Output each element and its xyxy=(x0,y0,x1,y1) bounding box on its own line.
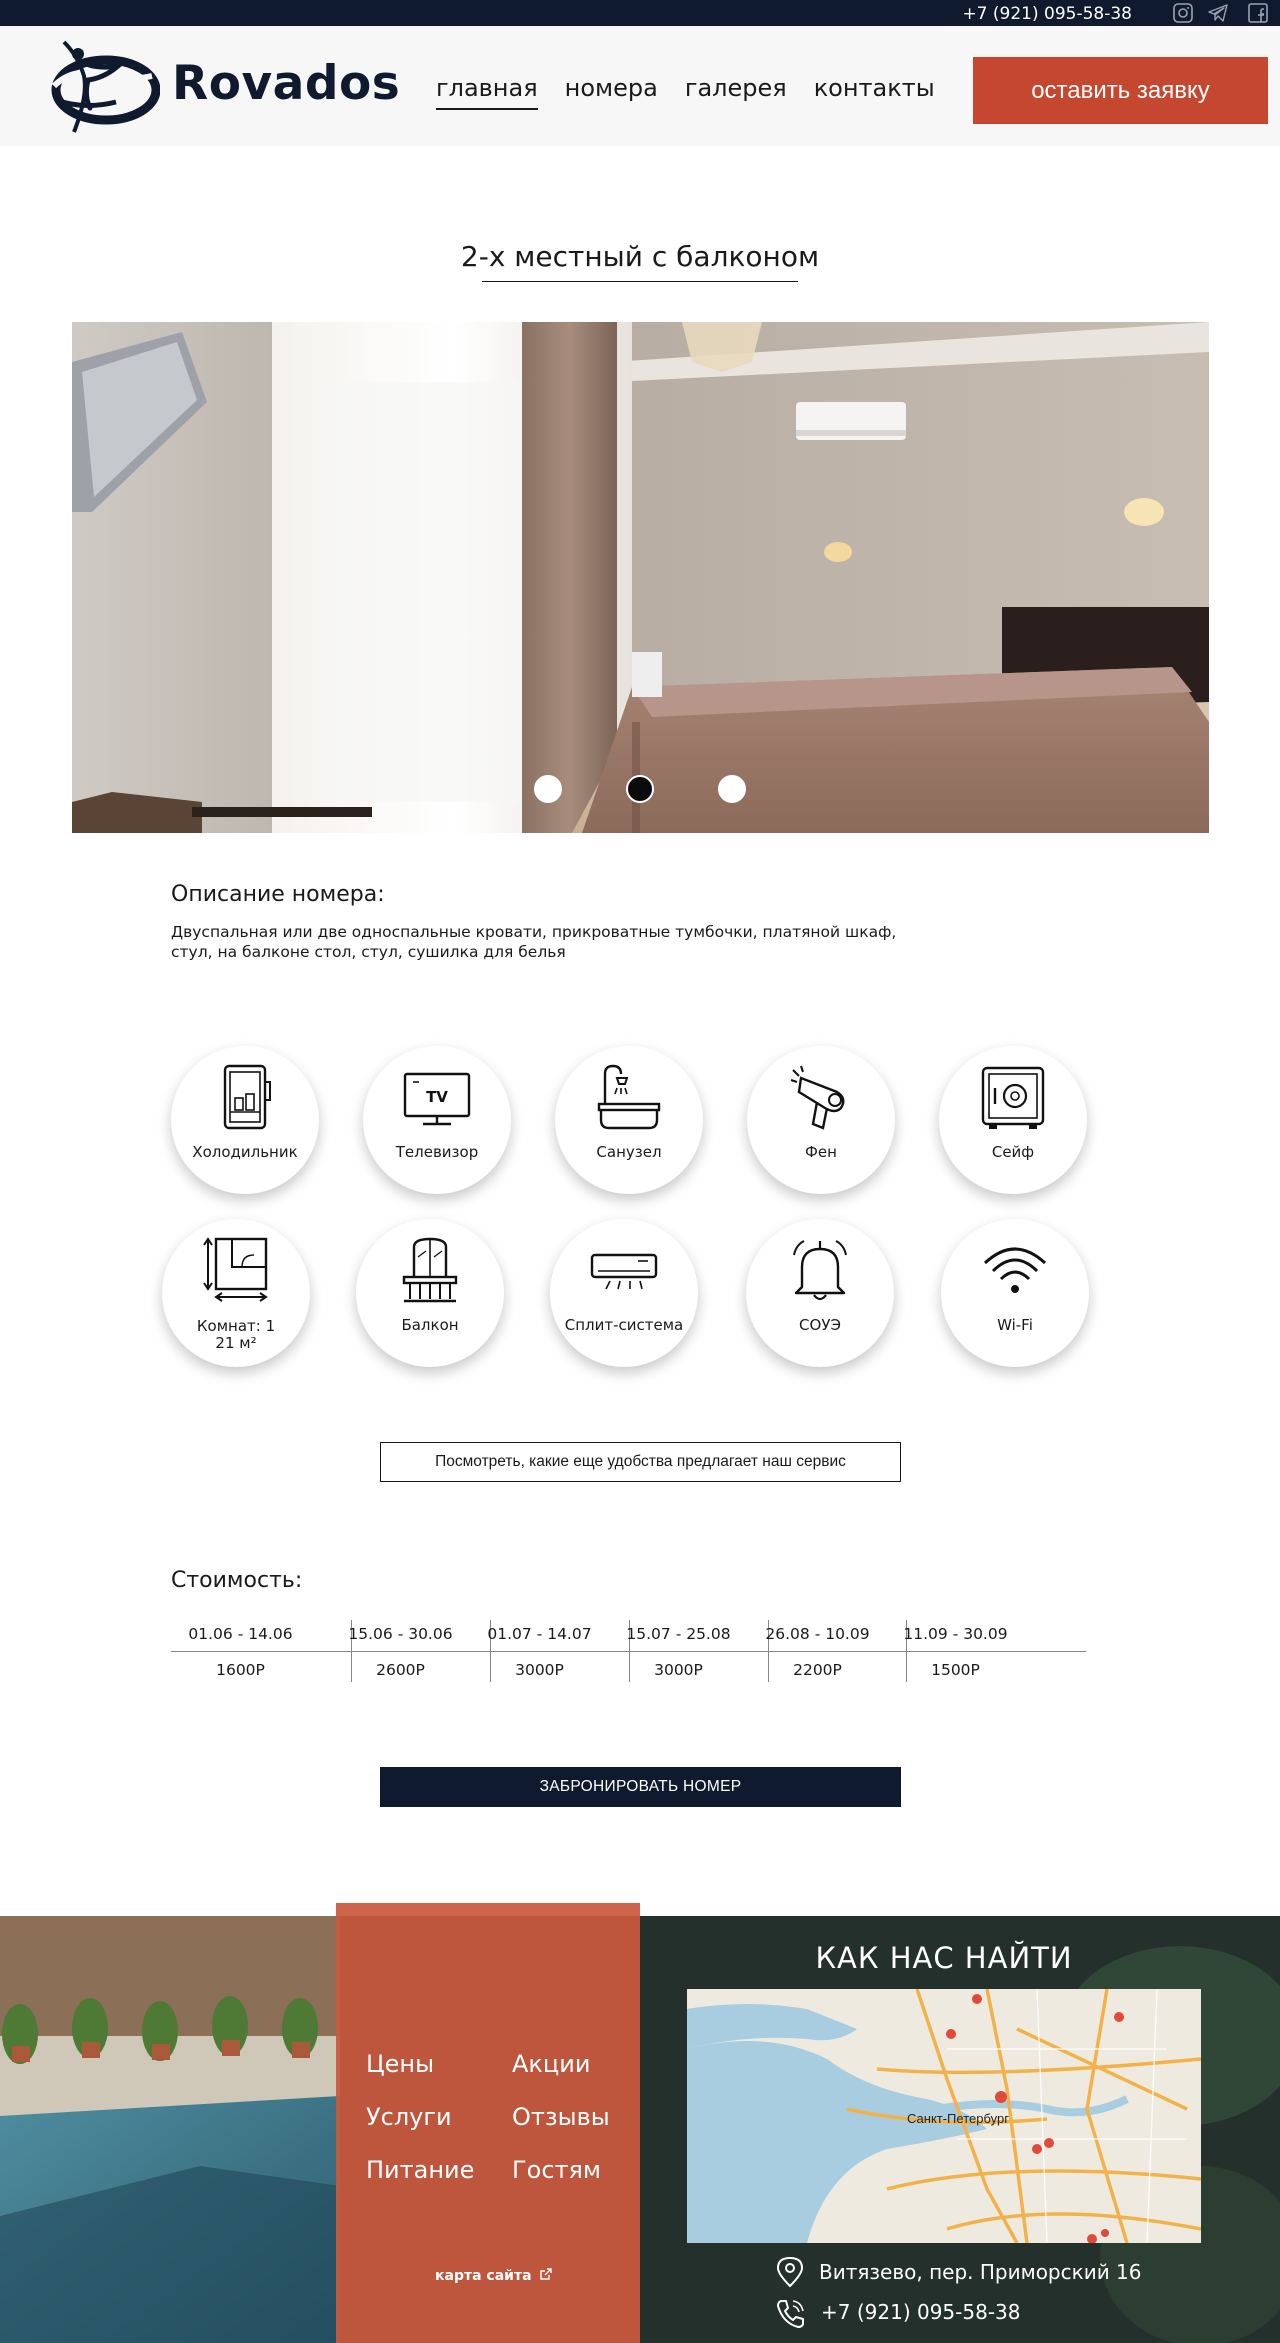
slider-dot-2[interactable] xyxy=(626,775,654,803)
price-column: 15.06 - 30.06 2600Р xyxy=(331,1620,470,1682)
slider-dot-3[interactable] xyxy=(718,775,746,803)
book-room-button[interactable]: ЗАБРОНИРОВАТЬ НОМЕР xyxy=(380,1767,901,1807)
price-column: 11.09 - 30.09 1500Р xyxy=(886,1620,1025,1682)
price-column: 01.06 - 14.06 1600Р xyxy=(171,1620,310,1682)
amenity-label: Сплит-система xyxy=(564,1316,684,1334)
fridge-icon xyxy=(223,1064,271,1130)
amenity-fire-alarm: СОУЭ xyxy=(746,1219,894,1367)
amenity-label: Фен xyxy=(805,1143,837,1161)
leave-request-button[interactable]: оставить заявку xyxy=(973,57,1268,124)
nav-item-gallery[interactable]: галерея xyxy=(685,74,787,110)
price-value: 1500Р xyxy=(931,1661,980,1679)
price-period: 26.08 - 10.09 xyxy=(765,1625,870,1643)
amenity-label: Сейф xyxy=(991,1143,1035,1161)
room-plan-icon xyxy=(203,1237,268,1302)
topbar-phone[interactable]: +7 (921) 095-58-38 xyxy=(962,4,1132,24)
instagram-icon[interactable] xyxy=(1172,2,1194,24)
svg-text:TV: TV xyxy=(426,1088,448,1106)
room-area-label: 21 м² xyxy=(215,1334,257,1352)
amenity-tv: TV Телевизор xyxy=(363,1046,511,1194)
nav-item-home[interactable]: главная xyxy=(436,74,538,110)
air-conditioner-icon xyxy=(590,1253,658,1290)
pricing-table: 01.06 - 14.06 1600Р 15.06 - 30.06 2600Р 01… xyxy=(171,1620,1086,1682)
location-map[interactable]: Санкт-Петербург xyxy=(687,1989,1201,2243)
amenity-label: Wi-Fi xyxy=(997,1316,1033,1334)
price-period: 11.09 - 30.09 xyxy=(903,1625,1008,1643)
external-link-icon xyxy=(540,2268,553,2280)
hairdryer-icon xyxy=(790,1065,845,1130)
sitemap-link[interactable]: карта сайта xyxy=(435,2268,553,2284)
logo-mark-icon[interactable] xyxy=(44,36,160,140)
price-value: 2200Р xyxy=(793,1661,842,1679)
footer-link-promos[interactable]: Акции xyxy=(512,2050,590,2078)
room-title: 2-х местный с балконом xyxy=(460,240,820,273)
amenity-label: Санузел xyxy=(596,1143,662,1161)
amenity-label: СОУЭ xyxy=(799,1316,841,1334)
footer-phone[interactable]: +7 (921) 095-58-38 xyxy=(821,2300,1020,2324)
price-column: 01.07 - 14.07 3000Р xyxy=(470,1620,609,1682)
map-city-label: Санкт-Петербург xyxy=(907,2111,1009,2126)
logo-text[interactable]: Rovados xyxy=(172,56,400,111)
amenity-hairdryer: Фен xyxy=(747,1046,895,1194)
price-column: 15.07 - 25.08 3000Р xyxy=(609,1620,748,1682)
amenity-label: Комнат: 1 21 м² xyxy=(162,1318,310,1352)
price-value: 2600Р xyxy=(376,1661,425,1679)
amenity-label: Холодильник xyxy=(192,1143,298,1161)
safe-icon xyxy=(981,1066,1045,1129)
footer-link-prices[interactable]: Цены xyxy=(366,2050,434,2078)
alarm-bell-icon xyxy=(793,1240,847,1301)
description-heading: Описание номера: xyxy=(171,882,385,907)
amenity-room-area: Комнат: 1 21 м² xyxy=(162,1219,310,1367)
footer-link-guests[interactable]: Гостям xyxy=(512,2156,601,2184)
price-period: 01.07 - 14.07 xyxy=(487,1625,592,1643)
description-text: Двуспальная или две односпальные кровати… xyxy=(171,923,897,961)
map-image: Санкт-Петербург xyxy=(687,1989,1201,2243)
price-period: 15.06 - 30.06 xyxy=(348,1625,453,1643)
footer-link-food[interactable]: Питание xyxy=(366,2156,474,2184)
top-bar: +7 (921) 095-58-38 xyxy=(0,0,1280,26)
more-amenities-button[interactable]: Посмотреть, какие еще удобства предлагае… xyxy=(380,1442,901,1482)
amenity-safe: Сейф xyxy=(939,1046,1087,1194)
footer-link-services[interactable]: Услуги xyxy=(366,2103,452,2131)
footer-link-reviews[interactable]: Отзывы xyxy=(512,2103,610,2131)
title-underline xyxy=(482,281,798,282)
price-period: 01.06 - 14.06 xyxy=(188,1625,293,1643)
price-value: 3000Р xyxy=(515,1661,564,1679)
find-us-heading: КАК НАС НАЙТИ xyxy=(815,1941,1073,1975)
balcony-icon xyxy=(402,1237,458,1303)
amenity-wifi: Wi-Fi xyxy=(941,1219,1089,1367)
nav-item-rooms[interactable]: номера xyxy=(565,74,658,110)
phone-icon xyxy=(777,2300,804,2328)
telegram-icon[interactable] xyxy=(1207,2,1229,24)
slider-dot-1[interactable] xyxy=(534,775,562,803)
location-pin-icon xyxy=(776,2256,804,2288)
price-value: 1600Р xyxy=(216,1661,265,1679)
rooms-count-label: Комнат: 1 xyxy=(196,1317,276,1335)
room-photo-slider[interactable] xyxy=(72,322,1209,833)
site-header: Rovados главная номера галерея контакты … xyxy=(0,26,1280,146)
amenity-ac: Сплит-система xyxy=(550,1219,698,1367)
amenity-balcony: Балкон xyxy=(356,1219,504,1367)
price-period: 15.07 - 25.08 xyxy=(626,1625,731,1643)
amenity-fridge: Холодильник xyxy=(171,1046,319,1194)
sitemap-label: карта сайта xyxy=(435,2268,532,2284)
wifi-icon xyxy=(983,1247,1047,1293)
price-column: 26.08 - 10.09 2200Р xyxy=(748,1620,887,1682)
footer-address: Витязево, пер. Приморский 16 xyxy=(819,2260,1142,2284)
facebook-icon[interactable] xyxy=(1247,2,1269,24)
nav-item-contacts[interactable]: контакты xyxy=(814,74,935,110)
main-nav: главная номера галерея контакты xyxy=(436,74,935,110)
room-photo xyxy=(72,322,1209,833)
bathroom-icon xyxy=(597,1064,661,1130)
price-value: 3000Р xyxy=(654,1661,703,1679)
tv-icon: TV xyxy=(403,1072,471,1126)
amenity-bathroom: Санузел xyxy=(555,1046,703,1194)
pricing-heading: Стоимость: xyxy=(171,1568,303,1593)
amenity-label: Телевизор xyxy=(395,1143,479,1161)
amenity-label: Балкон xyxy=(401,1316,459,1334)
